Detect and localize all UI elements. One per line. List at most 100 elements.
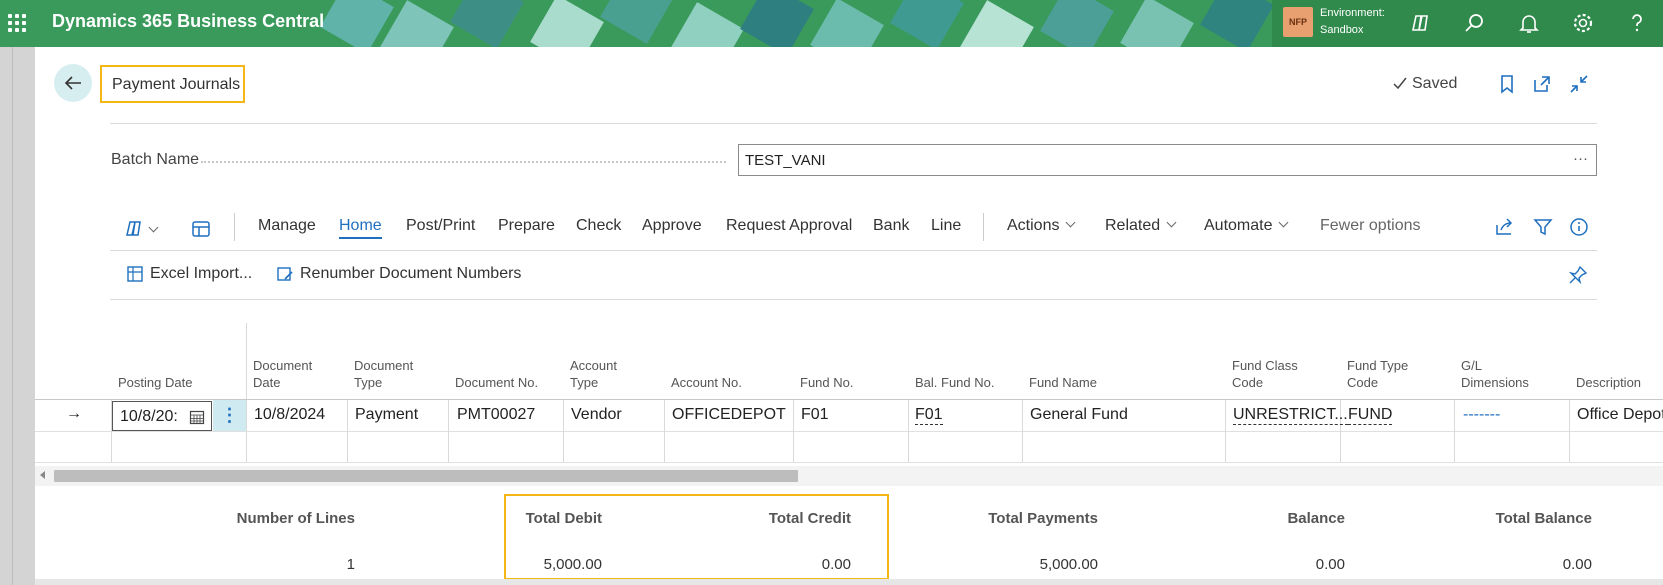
- cell-bal-fund-no[interactable]: F01: [915, 406, 943, 425]
- info-icon[interactable]: [1568, 216, 1590, 238]
- cell-document-no[interactable]: PMT00027: [457, 406, 535, 424]
- action-approve[interactable]: Approve: [642, 217, 702, 235]
- excel-import-icon: [127, 266, 143, 282]
- checkmark-icon: [1393, 77, 1407, 90]
- back-button[interactable]: [54, 64, 92, 102]
- col-label-line: Account: [570, 358, 617, 373]
- col-label-line: G/L: [1461, 358, 1482, 373]
- filter-icon[interactable]: [1532, 216, 1554, 238]
- cell-divider: [1022, 400, 1023, 462]
- chevron-down-icon: [1066, 217, 1076, 228]
- col-label-line: Document: [253, 358, 313, 373]
- col-gl-dimensions[interactable]: G/L Dimensions: [1461, 357, 1529, 391]
- col-fund-no[interactable]: Fund No.: [800, 374, 853, 391]
- cell-divider: [347, 400, 348, 462]
- batch-name-input[interactable]: TEST_VANI ···: [738, 144, 1597, 176]
- bell-icon[interactable]: [1517, 11, 1541, 35]
- action-manage[interactable]: Manage: [258, 217, 316, 235]
- cell-document-date[interactable]: 10/8/2024: [254, 406, 325, 424]
- action-related-menu[interactable]: Related: [1105, 217, 1177, 235]
- collapse-icon[interactable]: [1568, 73, 1590, 95]
- col-posting-date[interactable]: Posting Date: [118, 374, 192, 391]
- environment-name: Sandbox: [1320, 24, 1364, 36]
- col-label-line: Document: [354, 358, 414, 373]
- posting-date-input[interactable]: 10/8/20:: [112, 401, 212, 431]
- cell-divider: [1454, 400, 1455, 462]
- label-leader: [201, 161, 726, 163]
- open-new-window-icon[interactable]: [1531, 73, 1553, 95]
- cell-divider: [563, 400, 564, 462]
- help-icon[interactable]: [1625, 11, 1649, 35]
- col-bal-fund-no[interactable]: Bal. Fund No.: [915, 374, 995, 391]
- scrollbar-thumb[interactable]: [54, 470, 798, 482]
- col-label-line: Type: [354, 375, 383, 390]
- col-label-line: Date: [253, 375, 281, 390]
- action-request-approval[interactable]: Request Approval: [726, 217, 852, 235]
- row-actions-menu-icon[interactable]: ⋮: [213, 400, 246, 431]
- renumber-icon: [277, 267, 293, 281]
- cell-description[interactable]: Office Depot: [1577, 406, 1663, 424]
- cell-fund-name[interactable]: General Fund: [1030, 406, 1128, 424]
- col-fund-class-code[interactable]: Fund Class Code: [1232, 357, 1298, 391]
- cell-fund-no[interactable]: F01: [801, 406, 829, 424]
- col-document-type[interactable]: Document Type: [354, 357, 413, 391]
- lookup-ellipsis-icon[interactable]: ···: [1573, 150, 1588, 167]
- cell-document-type[interactable]: Payment: [355, 406, 418, 424]
- waffle-icon[interactable]: [6, 12, 28, 34]
- environment-label: Environment: Sandbox: [1320, 5, 1385, 39]
- row-border: [35, 462, 1663, 463]
- top-bar: Dynamics 365 Business Central NFP Enviro…: [0, 0, 1663, 47]
- gear-icon[interactable]: [1571, 11, 1595, 35]
- col-fund-type-code[interactable]: Fund Type Code: [1347, 357, 1408, 391]
- company-badge[interactable]: NFP: [1283, 7, 1313, 37]
- col-account-no[interactable]: Account No.: [671, 374, 742, 391]
- action-bank[interactable]: Bank: [873, 217, 909, 235]
- bottom-strip: [35, 579, 1663, 585]
- cell-fund-type-code[interactable]: FUND: [1348, 406, 1393, 425]
- renumber-label: Renumber Document Numbers: [300, 265, 522, 282]
- cell-divider: [1225, 400, 1226, 462]
- app-name[interactable]: Dynamics 365 Business Central: [52, 11, 324, 32]
- col-account-type[interactable]: Account Type: [570, 357, 617, 391]
- batch-name-label: Batch Name: [111, 151, 200, 168]
- action-actions-menu[interactable]: Actions: [1007, 217, 1076, 235]
- col-label-line: Fund Type: [1347, 358, 1409, 373]
- col-description[interactable]: Description: [1576, 374, 1641, 391]
- renumber-button[interactable]: Renumber Document Numbers: [276, 265, 521, 283]
- cell-fund-class-code[interactable]: UNRESTRICT...: [1233, 406, 1348, 425]
- calendar-icon[interactable]: [189, 409, 205, 425]
- copilot-icon[interactable]: [124, 218, 146, 240]
- col-fund-name[interactable]: Fund Name: [1029, 374, 1097, 391]
- bookmark-icon[interactable]: [1496, 73, 1518, 95]
- action-prepare[interactable]: Prepare: [498, 217, 555, 235]
- excel-import-button[interactable]: Excel Import...: [126, 265, 252, 283]
- row-border: [35, 399, 1663, 400]
- action-line[interactable]: Line: [931, 217, 961, 235]
- action-post-print[interactable]: Post/Print: [406, 217, 475, 235]
- total-payments-label: Total Payments: [988, 510, 1098, 527]
- page-title: Payment Journals: [100, 65, 245, 103]
- action-automate-menu[interactable]: Automate: [1204, 217, 1289, 235]
- header-divider: [110, 123, 1597, 124]
- cell-gl-dimensions[interactable]: -------: [1463, 406, 1500, 424]
- action-home[interactable]: Home: [339, 217, 382, 239]
- action-check[interactable]: Check: [576, 217, 621, 235]
- share-icon[interactable]: [1493, 216, 1515, 238]
- rail-divider: [12, 47, 13, 585]
- scroll-left-icon[interactable]: [40, 471, 45, 479]
- page-layout-icon[interactable]: [190, 218, 212, 240]
- total-payments-value: 5,000.00: [1039, 556, 1098, 573]
- copilot-icon[interactable]: [1409, 11, 1433, 35]
- cell-divider: [1569, 400, 1570, 462]
- action-related-label: Related: [1105, 217, 1161, 234]
- search-icon[interactable]: [1463, 11, 1487, 35]
- col-document-no[interactable]: Document No.: [455, 374, 538, 391]
- action-fewer-options[interactable]: Fewer options: [1320, 217, 1421, 235]
- cell-divider: [448, 400, 449, 462]
- posting-date-value: 10/8/20:: [120, 408, 178, 425]
- number-of-lines-value: 1: [346, 556, 355, 573]
- pin-icon[interactable]: [1567, 264, 1589, 286]
- cell-account-type[interactable]: Vendor: [571, 406, 622, 424]
- col-document-date[interactable]: Document Date: [253, 357, 312, 391]
- cell-account-no[interactable]: OFFICEDEPOT: [672, 406, 786, 424]
